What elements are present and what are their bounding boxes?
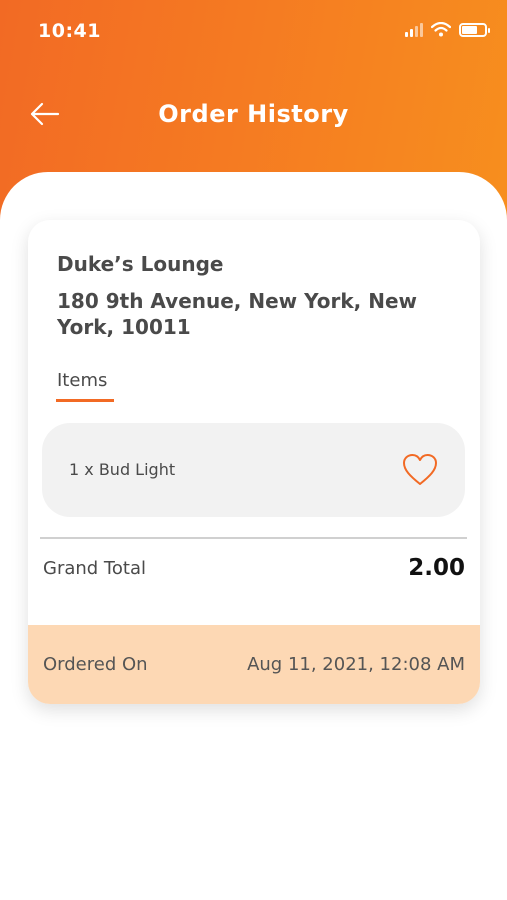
- status-icons: [405, 22, 490, 37]
- battery-icon: [459, 22, 490, 37]
- heart-outline-icon: [403, 454, 437, 485]
- ordered-on-label: Ordered On: [43, 654, 148, 675]
- status-time: 10:41: [38, 20, 101, 42]
- favorite-button[interactable]: [401, 452, 439, 488]
- divider: [40, 537, 467, 539]
- tab-items-indicator: [56, 399, 114, 402]
- grand-total-value: 2.00: [408, 555, 465, 581]
- venue-name: Duke’s Lounge: [57, 252, 224, 276]
- order-card: Duke’s Lounge 180 9th Avenue, New York, …: [28, 220, 480, 704]
- wifi-icon: [431, 22, 451, 37]
- ordered-on-footer: Ordered On Aug 11, 2021, 12:08 AM: [28, 625, 480, 704]
- page-title: Order History: [158, 100, 349, 128]
- venue-address: 180 9th Avenue, New York, New York, 1001…: [57, 289, 417, 339]
- grand-total-label: Grand Total: [43, 558, 146, 579]
- navigation-bar: Order History: [0, 90, 507, 140]
- ordered-on-value: Aug 11, 2021, 12:08 AM: [247, 654, 465, 675]
- list-item: 1 x Bud Light: [42, 423, 465, 517]
- cellular-signal-icon: [405, 22, 423, 37]
- status-bar: 10:41: [0, 0, 507, 60]
- item-text: 1 x Bud Light: [69, 460, 176, 479]
- tab-items[interactable]: Items: [57, 370, 107, 391]
